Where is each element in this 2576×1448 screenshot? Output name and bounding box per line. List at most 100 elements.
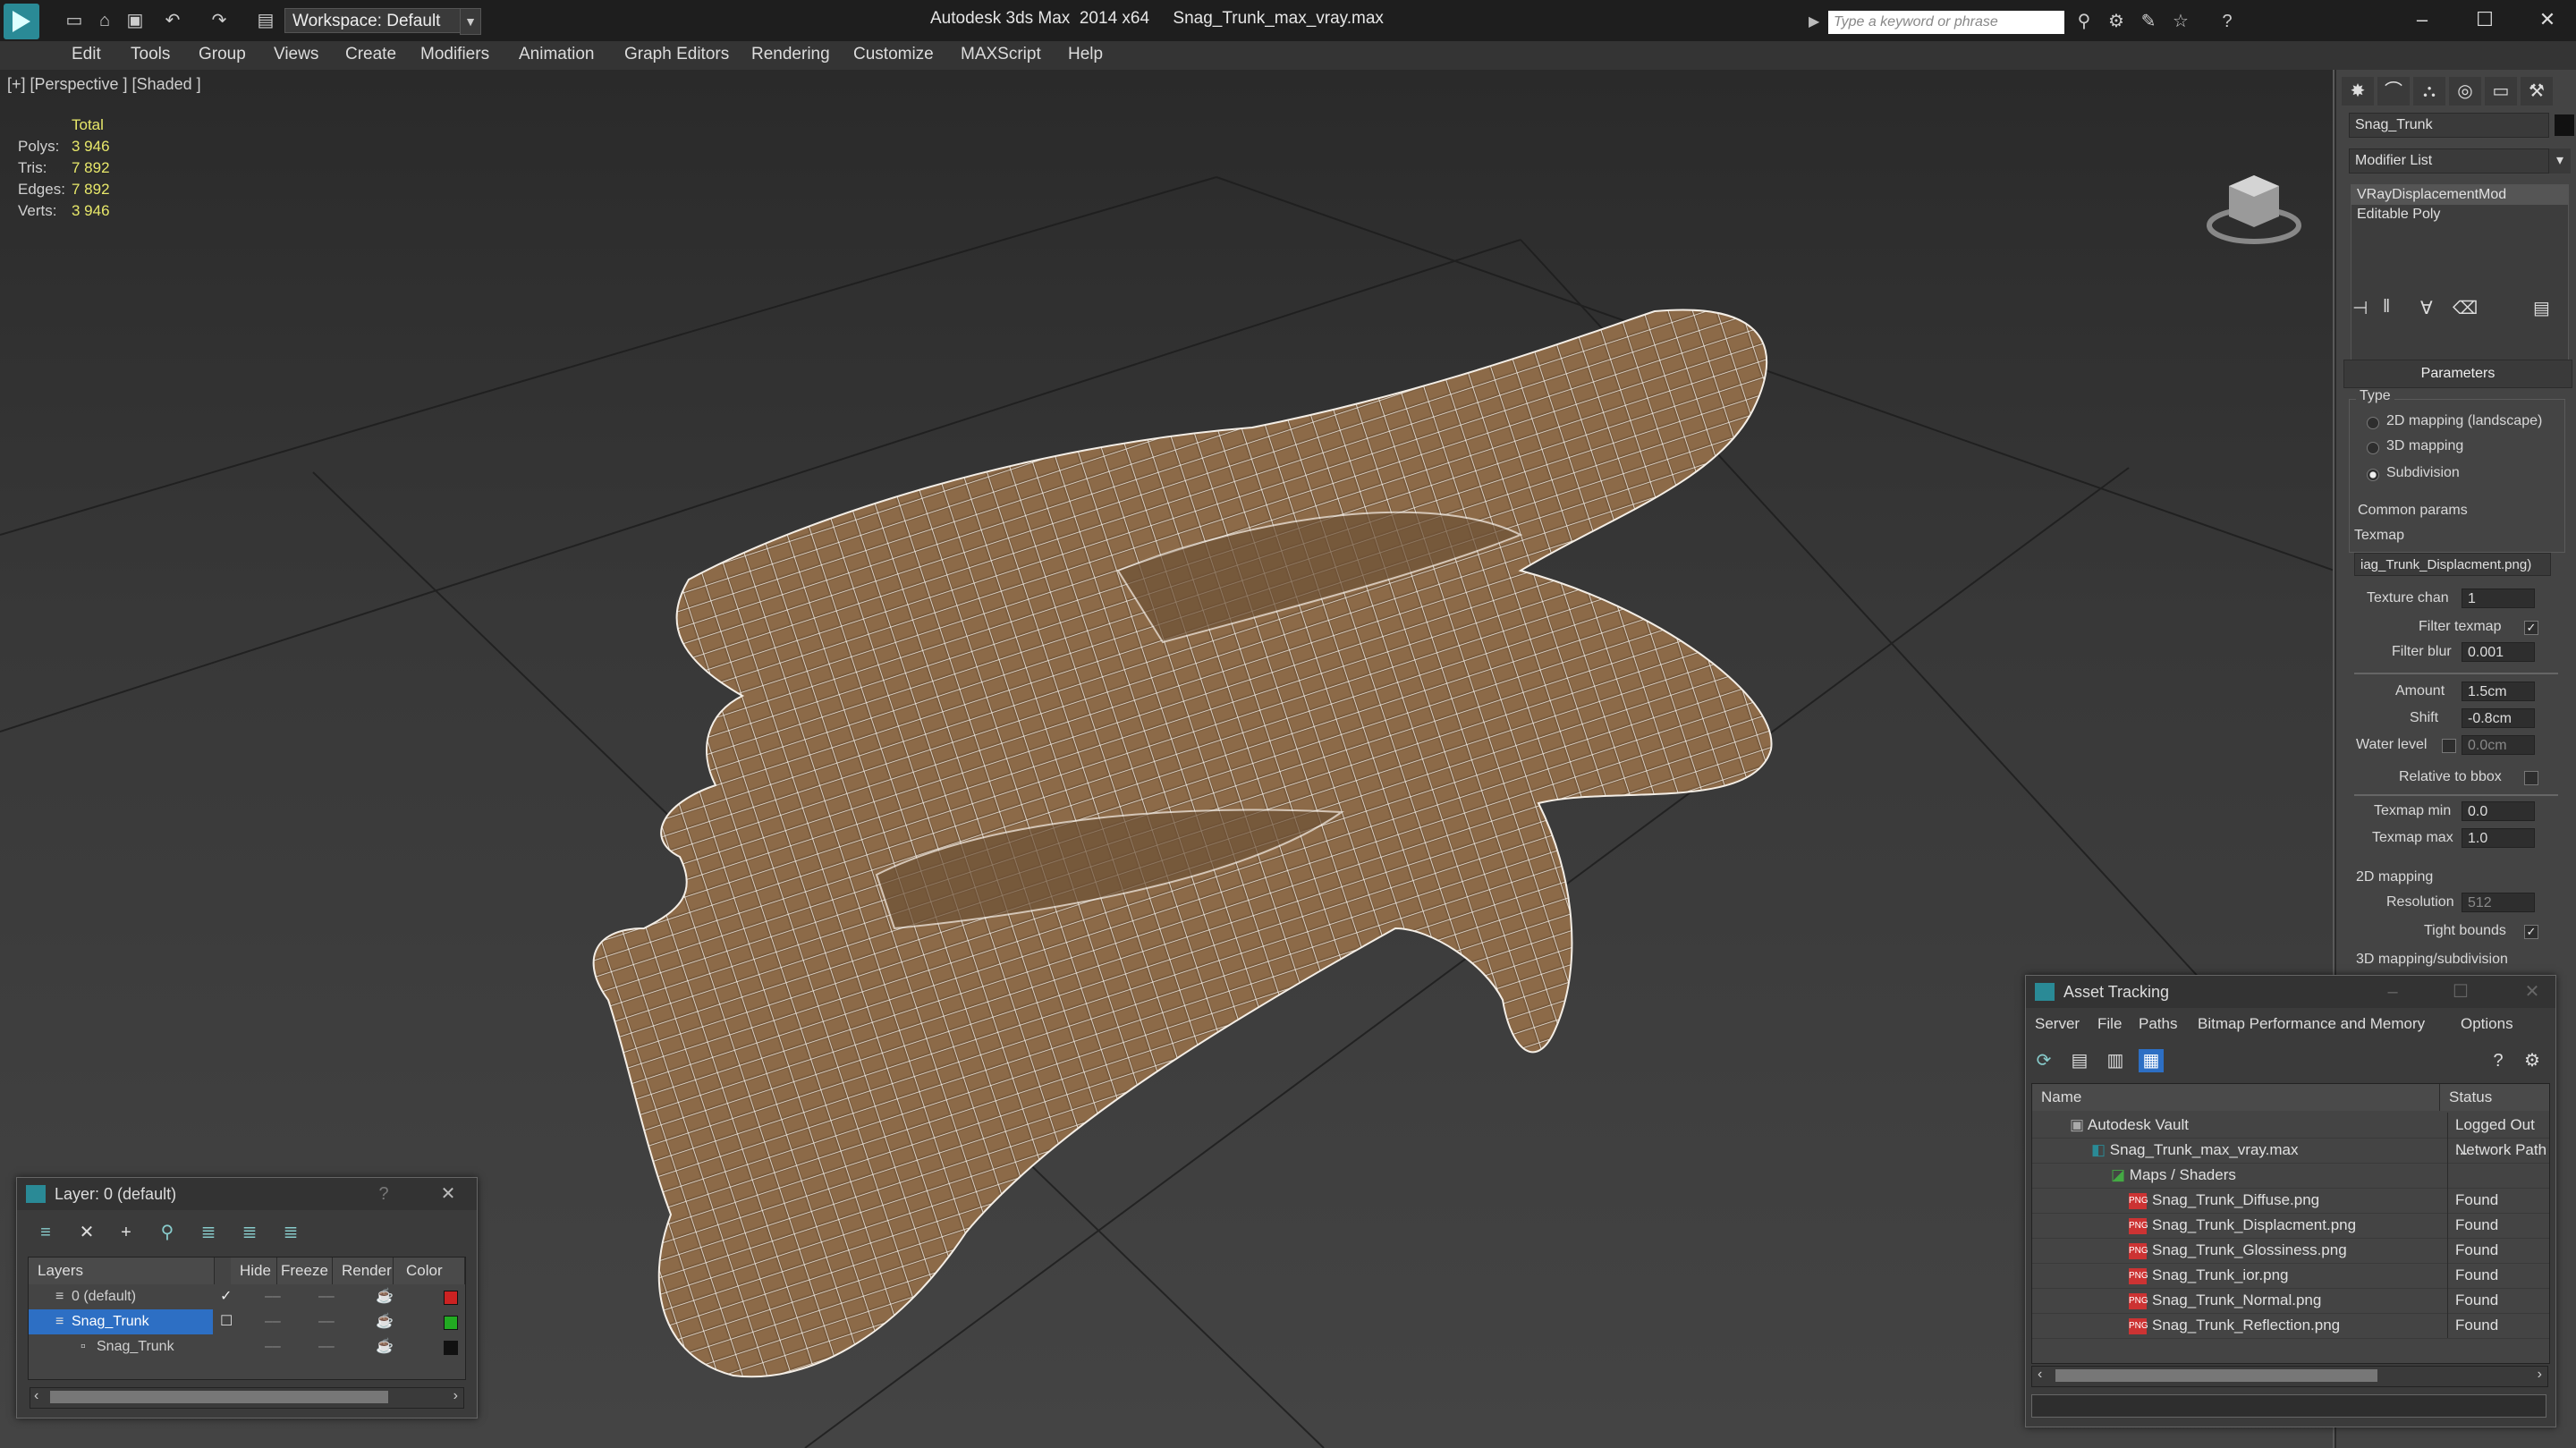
help-icon[interactable]: ? (366, 1178, 402, 1210)
menu-tools[interactable]: Tools (131, 45, 170, 64)
asset-row[interactable]: PNG Snag_Trunk_Glossiness.png Found (2032, 1238, 2549, 1264)
asset-row[interactable]: PNG Snag_Trunk_Normal.png Found (2032, 1288, 2549, 1314)
menu-animation[interactable]: Animation (519, 45, 595, 64)
object-color-swatch[interactable] (2555, 114, 2574, 136)
close-icon[interactable]: ✕ (2528, 5, 2567, 34)
workspace-dropdown[interactable]: Workspace: Default (284, 8, 474, 33)
maximize-icon[interactable]: ☐ (2443, 976, 2479, 1008)
settings-icon[interactable]: ⚙ (2520, 1049, 2545, 1072)
project-folder-icon[interactable]: ▤ (254, 9, 277, 32)
minimize-icon[interactable]: – (2375, 976, 2411, 1008)
menu-rendering[interactable]: Rendering (751, 45, 830, 64)
layer-color-swatch[interactable] (444, 1291, 458, 1305)
delete-layer-icon[interactable]: ✕ (74, 1221, 99, 1244)
maximize-icon[interactable]: ☐ (2465, 5, 2504, 34)
column-header[interactable]: Hide (231, 1257, 277, 1284)
help-icon[interactable]: ? (2486, 1049, 2511, 1072)
texmap-max-spinner[interactable]: 1.0 (2462, 828, 2535, 848)
search-input[interactable]: Type a keyword or phrase (1828, 11, 2064, 34)
refresh-icon[interactable]: ⟳ (2031, 1049, 2056, 1072)
menu-create[interactable]: Create (345, 45, 396, 64)
menu-server[interactable]: Server (2035, 1015, 2080, 1033)
layer-color-swatch[interactable] (444, 1316, 458, 1330)
filter-blur-spinner[interactable]: 0.001 (2462, 642, 2535, 662)
path-status-field[interactable] (2031, 1394, 2546, 1418)
motion-tab-icon[interactable]: ◎ (2449, 77, 2481, 106)
scroll-left-icon[interactable]: ‹ (34, 1388, 38, 1404)
column-header[interactable]: Render (333, 1257, 394, 1284)
object-name-field[interactable]: Snag_Trunk (2349, 113, 2549, 138)
scroll-left-icon[interactable]: ‹ (2038, 1367, 2042, 1383)
app-logo-icon[interactable] (4, 4, 39, 39)
asset-row[interactable]: PNG Snag_Trunk_Diffuse.png Found (2032, 1188, 2549, 1214)
binoculars-icon[interactable]: ⚲ (2072, 9, 2097, 34)
menu-graph-editors[interactable]: Graph Editors (624, 45, 729, 64)
freeze-toggle[interactable]: –– (318, 1334, 335, 1359)
water-level-checkbox[interactable] (2442, 739, 2456, 753)
chevron-down-icon[interactable]: ▼ (460, 8, 481, 35)
render-teapot-icon[interactable]: ☕ (376, 1334, 394, 1359)
close-icon[interactable]: ✕ (2514, 976, 2550, 1008)
filter-texmap-checkbox[interactable]: ✓ (2524, 621, 2538, 635)
modifier-stack[interactable]: VRayDisplacementMod Editable Poly (2351, 184, 2569, 363)
menu-maxscript[interactable]: MAXScript (961, 45, 1041, 64)
horizontal-scrollbar[interactable]: ‹ › (30, 1387, 464, 1409)
relative-bbox-checkbox[interactable] (2524, 771, 2538, 785)
asset-row[interactable]: PNG Snag_Trunk_ior.png Found (2032, 1263, 2549, 1289)
create-tab-icon[interactable]: ✸ (2342, 77, 2374, 106)
asset-row[interactable]: ◪ Maps / Shaders (2032, 1163, 2549, 1189)
search-expand-icon[interactable]: ▶ (1809, 13, 1819, 30)
create-layer-icon[interactable]: ≡ (33, 1221, 58, 1244)
remove-modifier-icon[interactable]: ⌫ (2453, 297, 2478, 319)
viewport-label[interactable]: [+] [Perspective ] [Shaded ] (7, 75, 201, 94)
layer-color-swatch[interactable] (444, 1341, 458, 1355)
minimize-icon[interactable]: – (2402, 5, 2442, 34)
current-layer-check-icon[interactable]: ✓ (220, 1284, 232, 1309)
parameters-rollout[interactable]: Parameters (2343, 360, 2572, 388)
resolution-spinner[interactable]: 512 (2462, 893, 2535, 912)
hide-toggle[interactable]: –– (265, 1334, 281, 1359)
hide-toggle[interactable]: –– (265, 1309, 281, 1334)
select-objects-icon[interactable]: ⚲ (155, 1221, 180, 1244)
table-view-icon[interactable]: ▦ (2139, 1049, 2164, 1072)
communication-center-icon[interactable]: ⚙ (2104, 9, 2129, 34)
menu-customize[interactable]: Customize (853, 45, 934, 64)
radio-2d-mapping[interactable] (2367, 417, 2379, 429)
layer-row[interactable]: ▫ Snag_Trunk –– –– ☕ (29, 1334, 465, 1359)
column-header[interactable]: Name (2032, 1084, 2440, 1111)
menu-group[interactable]: Group (199, 45, 246, 64)
asset-row[interactable]: PNG Snag_Trunk_Displacment.png Found (2032, 1213, 2549, 1239)
radio-subdivision[interactable] (2367, 469, 2379, 481)
render-teapot-icon[interactable]: ☕ (376, 1309, 394, 1334)
add-to-layer-icon[interactable]: + (114, 1221, 139, 1244)
column-header[interactable]: Freeze (277, 1257, 333, 1284)
asset-row[interactable]: ▣ Autodesk Vault Logged Out ... (2032, 1113, 2549, 1158)
menu-options[interactable]: Options (2461, 1015, 2513, 1033)
new-file-icon[interactable]: ▭ (63, 9, 86, 32)
current-layer-box-icon[interactable]: ☐ (220, 1309, 233, 1334)
stack-item-editable-poly[interactable]: Editable Poly (2351, 205, 2568, 224)
menu-file[interactable]: File (2097, 1015, 2122, 1033)
column-header[interactable]: Color (394, 1257, 465, 1284)
list-view-icon[interactable]: ▤ (2067, 1049, 2092, 1072)
water-level-spinner[interactable]: 0.0cm (2462, 735, 2535, 755)
layer-row[interactable]: ≡ 0 (default) ✓ –– –– ☕ (29, 1284, 465, 1309)
freeze-all-icon[interactable]: ≣ (278, 1221, 303, 1244)
layer-row[interactable]: ≡ Snag_Trunk ☐ –– –– ☕ (29, 1309, 465, 1334)
hide-all-icon[interactable]: ≣ (237, 1221, 262, 1244)
freeze-toggle[interactable]: –– (318, 1309, 335, 1334)
modifier-list-dropdown[interactable]: Modifier List (2349, 148, 2549, 174)
make-unique-icon[interactable]: ∀ (2420, 297, 2433, 319)
detail-view-icon[interactable]: ▥ (2103, 1049, 2128, 1072)
configure-sets-icon[interactable]: ▤ (2533, 297, 2550, 319)
amount-spinner[interactable]: 1.5cm (2462, 682, 2535, 701)
utilities-tab-icon[interactable]: ⚒ (2521, 77, 2553, 106)
stack-item-vray-displacement[interactable]: VRayDisplacementMod (2351, 185, 2568, 205)
close-icon[interactable]: ✕ (430, 1178, 466, 1210)
display-tab-icon[interactable]: ▭ (2485, 77, 2517, 106)
help-icon[interactable]: ? (2215, 9, 2240, 34)
scrollbar-thumb[interactable] (50, 1391, 388, 1403)
menu-bitmap-performance[interactable]: Bitmap Performance and Memory (2198, 1015, 2425, 1033)
open-file-icon[interactable]: ⌂ (93, 9, 116, 32)
texture-chan-spinner[interactable]: 1 (2462, 589, 2535, 608)
